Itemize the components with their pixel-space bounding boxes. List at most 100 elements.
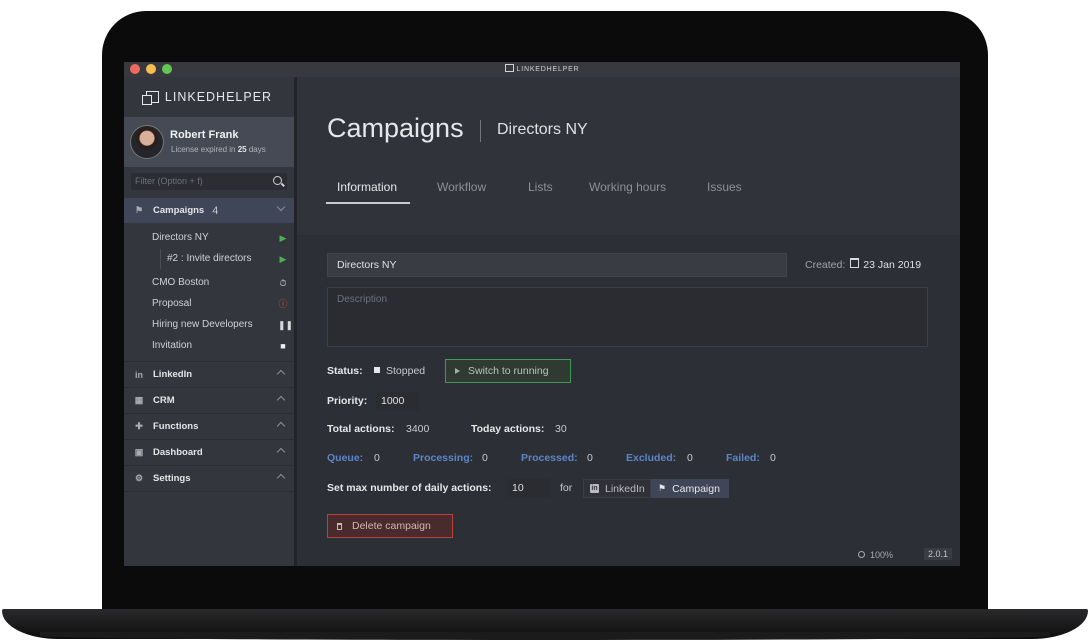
button-label: Delete campaign bbox=[352, 520, 431, 532]
avatar bbox=[130, 125, 164, 159]
tree-line bbox=[160, 249, 161, 269]
puzzle-icon: ✚ bbox=[135, 421, 143, 431]
processing-value: 0 bbox=[482, 452, 488, 464]
window-titlebar: LINKEDHELPER bbox=[124, 62, 960, 77]
window-title: LINKEDHELPER bbox=[124, 64, 960, 73]
page-subtitle: Directors NY bbox=[497, 121, 588, 138]
campaign-item-hiring[interactable]: Hiring new Developers ❚❚ bbox=[152, 315, 294, 335]
tab-issues[interactable]: Issues bbox=[707, 180, 742, 194]
tab-information[interactable]: Information bbox=[337, 180, 397, 194]
button-label: Switch to running bbox=[468, 365, 549, 377]
sidebar-section-settings[interactable]: ⚙ Settings bbox=[124, 466, 294, 491]
filter-input[interactable] bbox=[135, 174, 260, 188]
delete-campaign-button[interactable]: Delete campaign bbox=[327, 514, 453, 538]
sidebar-section-campaigns[interactable]: ⚑ Campaigns 4 bbox=[124, 198, 294, 223]
total-actions-label: Total actions: bbox=[327, 423, 395, 435]
divider bbox=[124, 491, 294, 492]
sidebar-section-dashboard[interactable]: ▣ Dashboard bbox=[124, 440, 294, 465]
status-label: Status: bbox=[327, 365, 363, 377]
campaign-label: CMO Boston bbox=[152, 277, 210, 288]
sidebar-section-functions[interactable]: ✚ Functions bbox=[124, 414, 294, 439]
filter-box bbox=[131, 173, 287, 190]
chevron-up-icon bbox=[276, 473, 286, 483]
stop-icon: ■ bbox=[280, 341, 286, 351]
logo-text: LINKEDHELPER bbox=[164, 90, 273, 104]
page-title: Campaigns bbox=[327, 113, 464, 143]
excluded-value: 0 bbox=[687, 452, 693, 464]
campaign-item-cmo-boston[interactable]: CMO Boston ⏱ bbox=[152, 273, 288, 293]
pause-icon: ❚❚ bbox=[278, 320, 294, 330]
linkedin-toggle[interactable]: in LinkedIn bbox=[583, 479, 651, 498]
license-days: 25 bbox=[237, 145, 247, 154]
app-logo: LINKEDHELPER bbox=[124, 77, 294, 117]
campaign-item-directors-ny[interactable]: Directors NY ▶ bbox=[152, 228, 288, 248]
daily-actions-label: Set max number of daily actions: bbox=[327, 482, 492, 494]
license-status: License expired in 25 days bbox=[171, 145, 266, 154]
campaign-label: #2 : Invite directors bbox=[167, 253, 252, 264]
processed-link[interactable]: Processed: bbox=[521, 452, 578, 464]
created-label: Created: bbox=[805, 259, 846, 271]
priority-label: Priority: bbox=[327, 395, 368, 407]
section-label: CRM bbox=[153, 395, 175, 406]
priority-field[interactable] bbox=[376, 392, 419, 410]
license-prefix: License expired in bbox=[171, 145, 236, 154]
search-icon[interactable] bbox=[273, 176, 282, 185]
today-actions-value: 30 bbox=[555, 423, 567, 435]
play-icon: ▶ bbox=[279, 233, 287, 243]
campaign-item-invite-directors[interactable]: #2 : Invite directors ▶ bbox=[152, 249, 288, 269]
description-field[interactable] bbox=[327, 287, 928, 347]
total-actions-value: 3400 bbox=[406, 423, 430, 435]
calendar-icon bbox=[850, 258, 860, 268]
queue-link[interactable]: Queue: bbox=[327, 452, 363, 464]
campaign-label: Hiring new Developers bbox=[152, 319, 253, 330]
chevron-up-icon bbox=[276, 395, 286, 405]
processing-link[interactable]: Processing: bbox=[413, 452, 473, 464]
sidebar: LINKEDHELPER Robert Frank License expire… bbox=[124, 77, 294, 566]
title-separator bbox=[480, 120, 481, 142]
profile-name: Robert Frank bbox=[170, 129, 239, 141]
section-label: Campaigns bbox=[153, 205, 205, 216]
tab-working-hours[interactable]: Working hours bbox=[589, 180, 666, 194]
tab-workflow[interactable]: Workflow bbox=[437, 180, 486, 194]
chevron-up-icon bbox=[276, 369, 286, 379]
main-panel: Campaigns Directors NY Information Workf… bbox=[297, 77, 960, 566]
app-logo-icon bbox=[504, 64, 514, 72]
logo-icon bbox=[141, 91, 159, 105]
sidebar-section-linkedin[interactable]: in LinkedIn bbox=[124, 362, 294, 387]
error-icon: ⓘ bbox=[278, 299, 288, 309]
campaign-name-field[interactable] bbox=[327, 253, 787, 277]
campaigns-count: 4 bbox=[212, 204, 219, 217]
user-profile[interactable]: Robert Frank License expired in 25 days bbox=[124, 117, 294, 167]
license-suffix: days bbox=[248, 145, 266, 154]
status-value: Stopped bbox=[374, 365, 425, 377]
version-badge: 2.0.1 bbox=[924, 548, 953, 560]
zoom-indicator[interactable]: 100% bbox=[858, 550, 893, 560]
linkedin-icon: in bbox=[135, 369, 143, 380]
tab-lists[interactable]: Lists bbox=[528, 180, 553, 194]
campaign-label: Proposal bbox=[152, 298, 192, 309]
sidebar-section-crm[interactable]: ▦ CRM bbox=[124, 388, 294, 413]
gear-icon: ⚙ bbox=[134, 473, 144, 483]
campaign-toggle[interactable]: ⚑ Campaign bbox=[651, 479, 729, 498]
page-header: Campaigns Directors NY Information Workf… bbox=[297, 77, 960, 235]
campaign-item-invitation[interactable]: Invitation ■ bbox=[152, 336, 288, 356]
app-window: LINKEDHELPER LINKEDHELPER Robert Frank L… bbox=[124, 62, 960, 566]
daily-actions-field[interactable] bbox=[507, 479, 550, 497]
window-title-text: LINKEDHELPER bbox=[516, 66, 580, 73]
toggle-label: Campaign bbox=[672, 482, 720, 495]
campaign-item-proposal[interactable]: Proposal ⓘ bbox=[152, 294, 288, 314]
processed-value: 0 bbox=[587, 452, 593, 464]
today-actions-label: Today actions: bbox=[471, 423, 545, 435]
campaign-label: Invitation bbox=[152, 340, 193, 351]
toggle-label: LinkedIn bbox=[605, 482, 645, 495]
zoom-icon bbox=[858, 551, 865, 558]
excluded-link[interactable]: Excluded: bbox=[626, 452, 676, 464]
failed-link[interactable]: Failed: bbox=[726, 452, 760, 464]
section-label: Settings bbox=[153, 473, 191, 484]
switch-to-running-button[interactable]: Switch to running bbox=[445, 359, 571, 383]
linkedin-icon: in bbox=[590, 484, 599, 493]
timer-icon: ⏱ bbox=[279, 278, 287, 288]
laptop-base-shadow bbox=[40, 632, 1050, 640]
play-icon: ▶ bbox=[279, 254, 287, 264]
chevron-down-icon bbox=[276, 202, 286, 212]
